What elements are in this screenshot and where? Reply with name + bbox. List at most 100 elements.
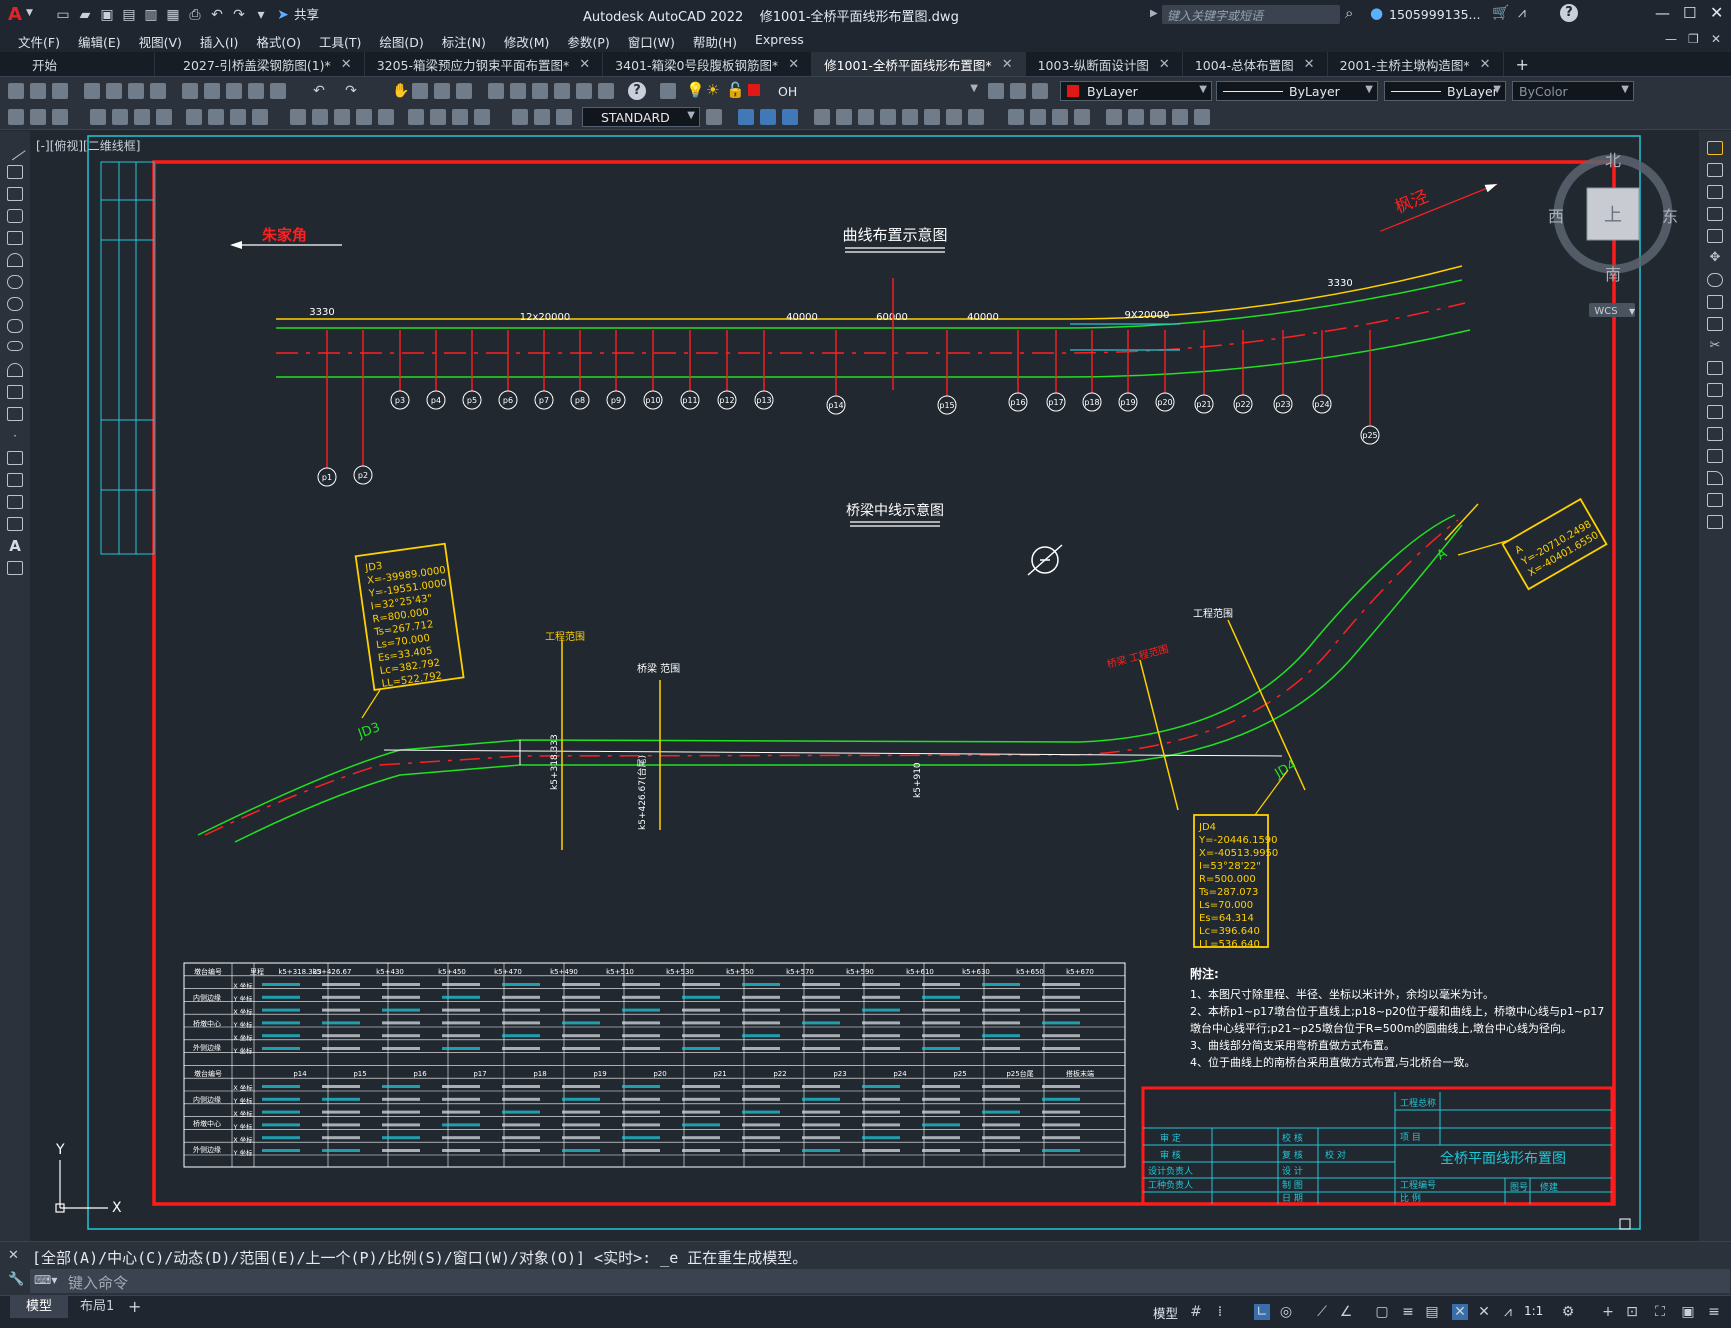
- drawing-canvas[interactable]: [-][俯视][二维线框] 曲线布置示意图 朱家角 枫泾 3330 12x200…: [30, 131, 1699, 1241]
- open-icon[interactable]: ▰: [75, 5, 95, 25]
- break-at-point-icon[interactable]: [1707, 383, 1723, 397]
- menu-insert[interactable]: 插入(I): [191, 32, 247, 51]
- rotate-icon[interactable]: [1707, 273, 1723, 287]
- plot-icon[interactable]: [84, 83, 100, 99]
- menu-format[interactable]: 格式(O): [247, 32, 310, 51]
- tab-close-icon[interactable]: ✕: [1304, 57, 1315, 72]
- polygon-icon[interactable]: [7, 209, 23, 223]
- dimstyle-dropdown[interactable]: STANDARD ▼: [582, 107, 700, 127]
- command-prompt-icon[interactable]: ⌨▾: [34, 1273, 57, 1287]
- sun-icon[interactable]: ☀: [706, 81, 719, 99]
- autodesk-a360-icon[interactable]: ⩘: [1518, 5, 1526, 21]
- user-name[interactable]: 1505999135...: [1389, 7, 1480, 22]
- undo-icon[interactable]: ↶: [309, 81, 329, 101]
- transparency-icon[interactable]: ▤: [1424, 1304, 1440, 1320]
- menu-draw[interactable]: 绘图(D): [370, 32, 432, 51]
- dim-ordinate-icon[interactable]: [156, 109, 172, 125]
- zoom-realtime-icon[interactable]: [412, 83, 428, 99]
- tolerance-icon[interactable]: [408, 109, 424, 125]
- draworder-above-icon[interactable]: [1150, 109, 1166, 125]
- linetype-dropdown[interactable]: ByLayer ▼: [1216, 81, 1378, 101]
- 3dprint-icon[interactable]: [150, 83, 166, 99]
- designcenter-icon[interactable]: [510, 83, 526, 99]
- break-icon[interactable]: [968, 109, 984, 125]
- menu-tools[interactable]: 工具(T): [310, 32, 370, 51]
- explode-icon[interactable]: [1707, 515, 1723, 529]
- properties-icon[interactable]: [488, 83, 504, 99]
- command-settings-icon[interactable]: 🔧: [8, 1272, 24, 1287]
- mirror-icon[interactable]: [1707, 185, 1723, 199]
- viewcube-north-label[interactable]: 北: [1605, 151, 1621, 170]
- user-icon[interactable]: ●: [1370, 4, 1383, 22]
- menu-help[interactable]: 帮助(H): [684, 32, 746, 51]
- polar-icon[interactable]: ◎: [1278, 1304, 1294, 1320]
- paste-icon[interactable]: [226, 83, 242, 99]
- pan-icon[interactable]: ✋: [391, 81, 411, 101]
- layer-freeze-icon[interactable]: [30, 109, 46, 125]
- annotation-scale-icon[interactable]: ⩘: [1500, 1304, 1516, 1320]
- matchprop-icon[interactable]: [248, 83, 264, 99]
- mtext-icon[interactable]: A: [7, 539, 23, 554]
- open-icon[interactable]: [30, 83, 46, 99]
- copy-icon[interactable]: [1707, 163, 1723, 177]
- trim-icon[interactable]: ✂: [1707, 339, 1723, 353]
- cart-icon[interactable]: 🛒: [1492, 5, 1509, 21]
- break-icon[interactable]: [1707, 405, 1723, 419]
- lock-icon[interactable]: 🔓: [726, 81, 745, 99]
- fillet-icon[interactable]: [1052, 109, 1068, 125]
- dim-continue-icon[interactable]: [334, 109, 350, 125]
- layer-properties-icon[interactable]: [660, 83, 676, 99]
- hatch-icon[interactable]: [7, 451, 23, 465]
- make-current-icon[interactable]: [988, 83, 1004, 99]
- insert-block-icon[interactable]: [7, 385, 23, 399]
- lightbulb-icon[interactable]: 💡: [686, 81, 705, 99]
- gradient-icon[interactable]: [7, 473, 23, 487]
- menu-file[interactable]: 文件(F): [9, 32, 69, 51]
- doc-close-icon[interactable]: ✕: [1711, 32, 1721, 46]
- wcs-label[interactable]: WCS: [1594, 306, 1617, 317]
- scale-icon[interactable]: [880, 109, 896, 125]
- tab-close-icon[interactable]: ✕: [579, 57, 590, 72]
- tab-3401[interactable]: 3401-箱梁0号段腹板钢筋图* ✕: [603, 52, 813, 76]
- menu-express[interactable]: Express: [746, 32, 813, 51]
- plotstyle-dropdown[interactable]: ByColor ▼: [1512, 81, 1634, 101]
- extend-icon[interactable]: [946, 109, 962, 125]
- dim-break-icon[interactable]: [378, 109, 394, 125]
- command-close-icon[interactable]: ✕: [8, 1248, 19, 1263]
- block-editor-icon[interactable]: [270, 83, 286, 99]
- chamfer-icon[interactable]: [1707, 449, 1723, 463]
- tab-start[interactable]: 开始: [0, 52, 155, 76]
- center-mark-icon[interactable]: [430, 109, 446, 125]
- offset-icon[interactable]: [782, 109, 798, 125]
- tab-2001[interactable]: 2001-主桥主墩构造图* ✕: [1328, 52, 1504, 76]
- scale-icon[interactable]: [1707, 295, 1723, 309]
- circle-icon[interactable]: [7, 275, 23, 289]
- qdim-icon[interactable]: [290, 109, 306, 125]
- dim-aligned-icon[interactable]: [112, 109, 128, 125]
- search-arrow-icon[interactable]: ▶: [1150, 8, 1158, 19]
- app-menu-arrow-icon[interactable]: ▼: [26, 8, 33, 18]
- dim-baseline-icon[interactable]: [312, 109, 328, 125]
- color-dropdown[interactable]: ByLayer ▼: [1060, 81, 1212, 101]
- object-snap-icon[interactable]: ▢: [1374, 1304, 1390, 1320]
- plot-icon[interactable]: ⎙: [185, 5, 205, 25]
- add-selected-icon[interactable]: [7, 561, 23, 575]
- tab-close-icon[interactable]: ✕: [341, 57, 352, 72]
- tab-close-icon[interactable]: ✕: [788, 57, 799, 72]
- dim-space-icon[interactable]: [356, 109, 372, 125]
- grid-icon[interactable]: #: [1188, 1304, 1204, 1320]
- zoom-window-icon[interactable]: [434, 83, 450, 99]
- table-icon[interactable]: [7, 517, 23, 531]
- spline-icon[interactable]: [7, 319, 23, 333]
- share-icon[interactable]: ➤: [273, 5, 293, 25]
- stretch-icon[interactable]: [1707, 317, 1723, 331]
- dim-radius-icon[interactable]: [186, 109, 202, 125]
- autocad-logo-icon[interactable]: A: [8, 4, 22, 25]
- ortho-icon[interactable]: ∟: [1254, 1304, 1270, 1320]
- jogged-linear-icon[interactable]: [474, 109, 490, 125]
- doc-minimize-icon[interactable]: —: [1665, 32, 1677, 46]
- viewcube-west-label[interactable]: 西: [1548, 207, 1564, 226]
- customize-icon[interactable]: ≡: [1706, 1304, 1722, 1320]
- viewcube-top-label[interactable]: 上: [1604, 205, 1622, 226]
- dim-angular-icon[interactable]: [252, 109, 268, 125]
